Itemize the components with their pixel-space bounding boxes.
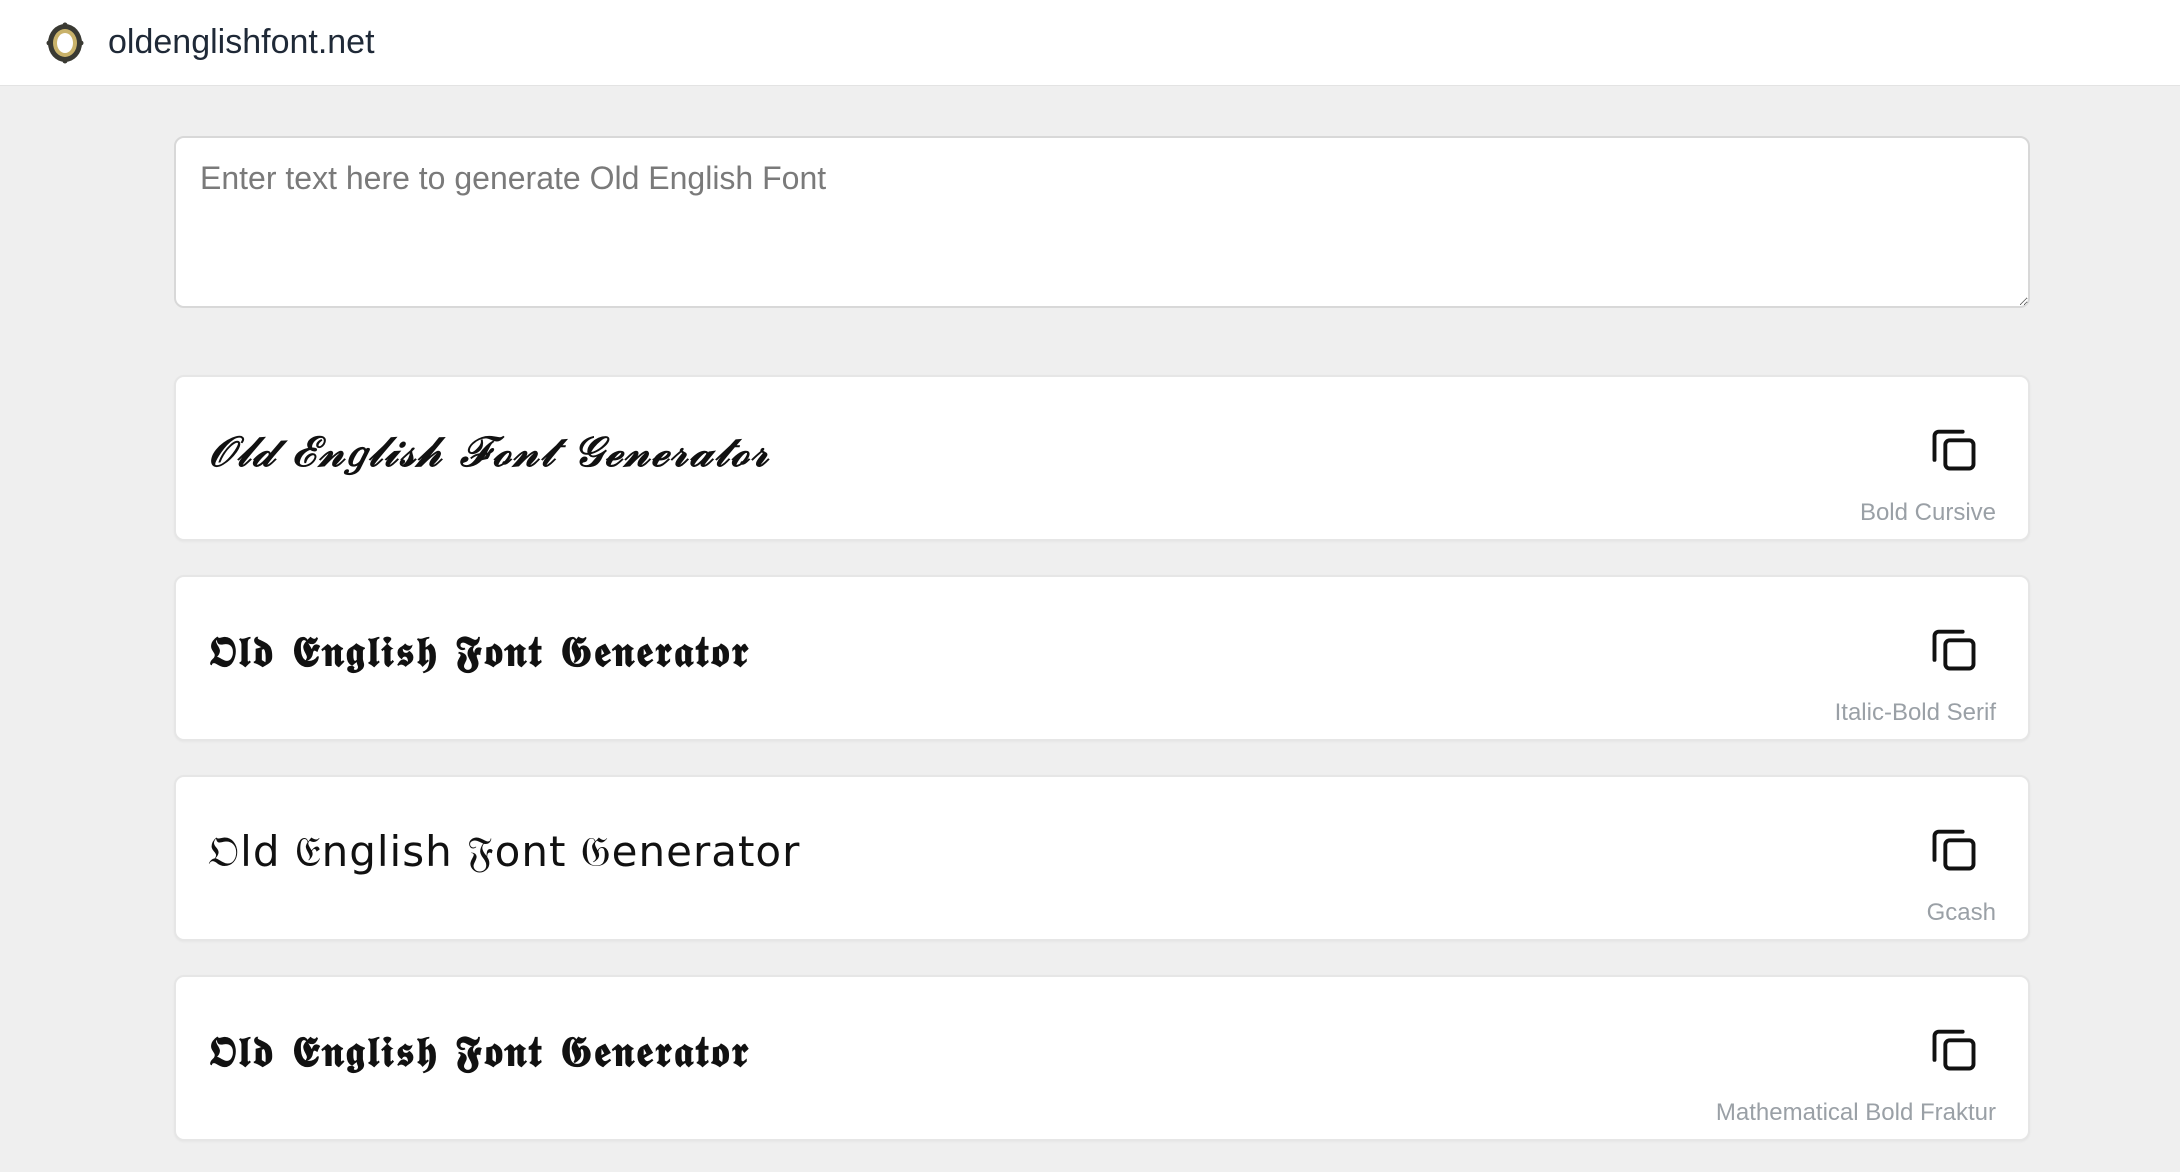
- copy-icon: [1932, 1029, 1976, 1071]
- site-name-link[interactable]: oldenglishfont.net: [108, 23, 375, 62]
- style-label: Mathematical Bold Fraktur: [1715, 1099, 1996, 1126]
- style-label: Italic-Bold Serif: [1834, 699, 1996, 726]
- copy-button[interactable]: [1924, 619, 1984, 679]
- style-label: Bold Cursive: [1859, 499, 1996, 526]
- results-list: 𝒪𝓁𝒹 ℰ𝓃𝑔𝓁𝒾𝓈𝒽 ℱℴ𝓃𝓉 𝒢ℯ𝓃ℯ𝓇𝒶𝓉ℴ𝓇 Bold Cursive …: [174, 375, 2030, 1141]
- site-header: oldenglishfont.net: [0, 0, 2180, 86]
- copy-icon: [1932, 629, 1976, 671]
- result-text[interactable]: 𝕺𝖑𝖉 𝕰𝖓𝖌𝖑𝖎𝖘𝖍 𝕱𝖔𝖓𝖙 𝕲𝖊𝖓𝖊𝖗𝖆𝖙𝖔𝖗: [208, 627, 750, 677]
- copy-button[interactable]: [1924, 419, 1984, 479]
- copy-button[interactable]: [1924, 1019, 1984, 1079]
- result-card-bold-cursive: 𝒪𝓁𝒹 ℰ𝓃𝑔𝓁𝒾𝓈𝒽 ℱℴ𝓃𝓉 𝒢ℯ𝓃ℯ𝓇𝒶𝓉ℴ𝓇 Bold Cursive: [174, 375, 2030, 541]
- text-input[interactable]: [174, 136, 2030, 308]
- result-card-italic-bold-serif: 𝕺𝖑𝖉 𝕰𝖓𝖌𝖑𝖎𝖘𝖍 𝕱𝖔𝖓𝖙 𝕲𝖊𝖓𝖊𝖗𝖆𝖙𝖔𝖗 Italic-Bold S…: [174, 575, 2030, 741]
- ornate-frame-logo-icon[interactable]: [44, 22, 86, 64]
- result-card-mathematical-bold-fraktur: 𝕺𝖑𝖉 𝕰𝖓𝖌𝖑𝖎𝖘𝖍 𝕱𝖔𝖓𝖙 𝕲𝖊𝖓𝖊𝖗𝖆𝖙𝖔𝖗 Mathematical …: [174, 975, 2030, 1141]
- copy-icon: [1932, 829, 1976, 871]
- copy-icon: [1932, 429, 1976, 471]
- result-card-gcash: 𝔒ld 𝔈nglish 𝔉ont 𝔊enerator Gcash: [174, 775, 2030, 941]
- copy-button[interactable]: [1924, 819, 1984, 879]
- main-content: 𝒪𝓁𝒹 ℰ𝓃𝑔𝓁𝒾𝓈𝒽 ℱℴ𝓃𝓉 𝒢ℯ𝓃ℯ𝓇𝒶𝓉ℴ𝓇 Bold Cursive …: [174, 86, 2030, 1141]
- result-text[interactable]: 𝒪𝓁𝒹 ℰ𝓃𝑔𝓁𝒾𝓈𝒽 ℱℴ𝓃𝓉 𝒢ℯ𝓃ℯ𝓇𝒶𝓉ℴ𝓇: [208, 427, 770, 477]
- result-text[interactable]: 𝕺𝖑𝖉 𝕰𝖓𝖌𝖑𝖎𝖘𝖍 𝕱𝖔𝖓𝖙 𝕲𝖊𝖓𝖊𝖗𝖆𝖙𝖔𝖗: [208, 1027, 750, 1077]
- result-text[interactable]: 𝔒ld 𝔈nglish 𝔉ont 𝔊enerator: [208, 827, 800, 877]
- style-label: Gcash: [1926, 899, 1996, 926]
